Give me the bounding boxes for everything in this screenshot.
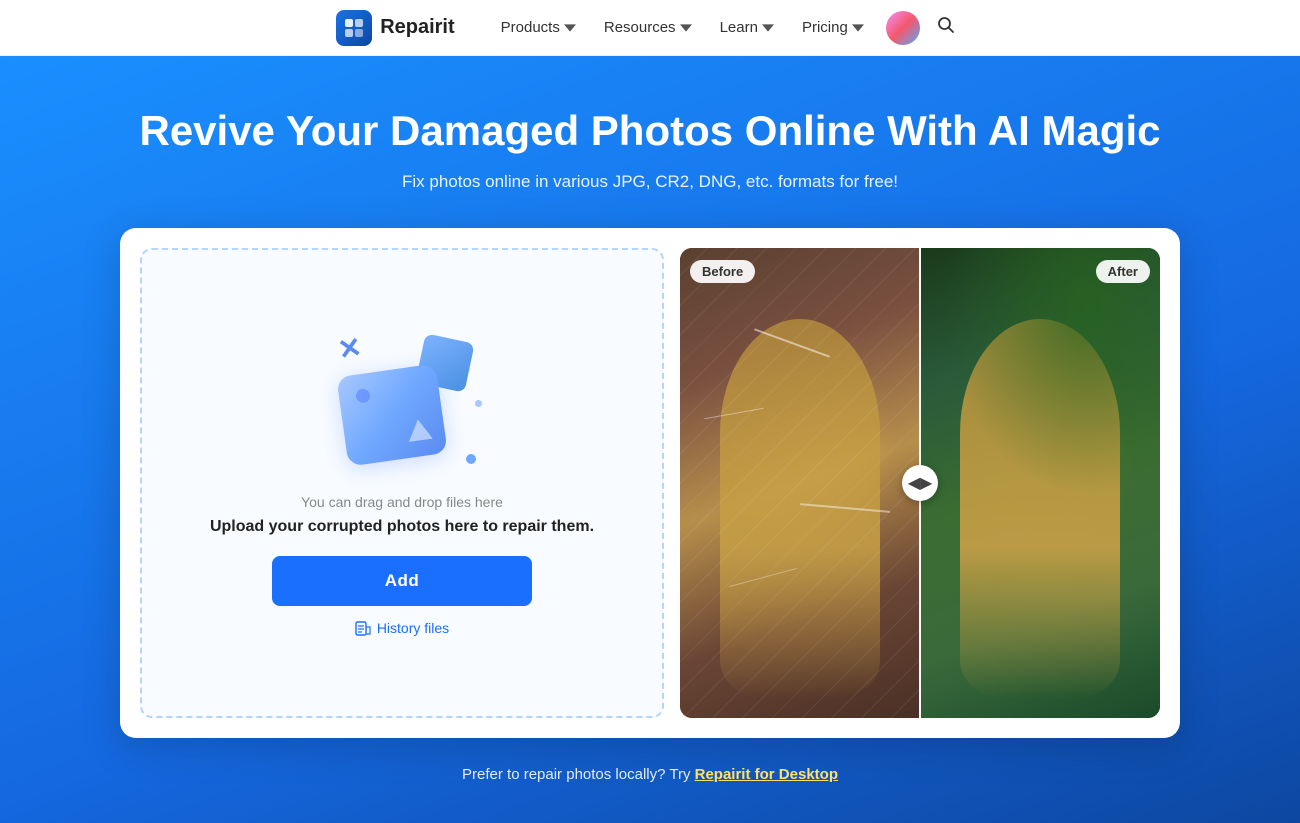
user-avatar[interactable]	[886, 11, 920, 45]
logo-text: Repairit	[380, 16, 454, 39]
bottom-cta: Prefer to repair photos locally? Try Rep…	[462, 766, 838, 783]
drag-drop-message: You can drag and drop files here	[301, 494, 503, 510]
hero-subtitle: Fix photos online in various JPG, CR2, D…	[402, 172, 898, 192]
before-panel	[680, 248, 920, 718]
logo-icon	[336, 10, 372, 46]
after-label: After	[1096, 260, 1150, 283]
nav-products[interactable]: Products	[487, 11, 590, 44]
add-button[interactable]: Add	[272, 556, 532, 606]
nav-learn[interactable]: Learn	[706, 11, 788, 44]
history-files-link[interactable]: History files	[355, 620, 449, 636]
search-icon[interactable]	[928, 7, 964, 48]
before-image	[680, 248, 920, 718]
slider-handle[interactable]: ◀▶	[902, 465, 938, 501]
upload-zone[interactable]: ✕ You can drag and drop files here Uploa…	[140, 248, 664, 718]
dot-decoration-1	[466, 454, 476, 464]
after-image	[920, 248, 1160, 718]
shape-main	[336, 364, 448, 467]
navbar: Repairit Products Resources Learn Pricin…	[0, 0, 1300, 56]
before-after-panel: Before After ◀▶	[680, 248, 1160, 718]
history-icon	[355, 620, 371, 636]
upload-illustration: ✕	[322, 330, 482, 470]
cross-icon: ✕	[335, 331, 364, 368]
nav-pricing[interactable]: Pricing	[788, 11, 878, 44]
nav-resources[interactable]: Resources	[590, 11, 706, 44]
before-label: Before	[690, 260, 755, 283]
desktop-link[interactable]: Repairit for Desktop	[695, 766, 838, 783]
after-panel	[920, 248, 1160, 718]
upload-instruction: Upload your corrupted photos here to rep…	[210, 518, 594, 536]
hero-title: Revive Your Damaged Photos Online With A…	[139, 106, 1160, 156]
main-card: ✕ You can drag and drop files here Uploa…	[120, 228, 1180, 738]
dot-decoration-2	[475, 400, 482, 407]
damage-effect	[680, 248, 920, 718]
logo-link[interactable]: Repairit	[336, 10, 454, 46]
hero-section: Revive Your Damaged Photos Online With A…	[0, 56, 1300, 823]
